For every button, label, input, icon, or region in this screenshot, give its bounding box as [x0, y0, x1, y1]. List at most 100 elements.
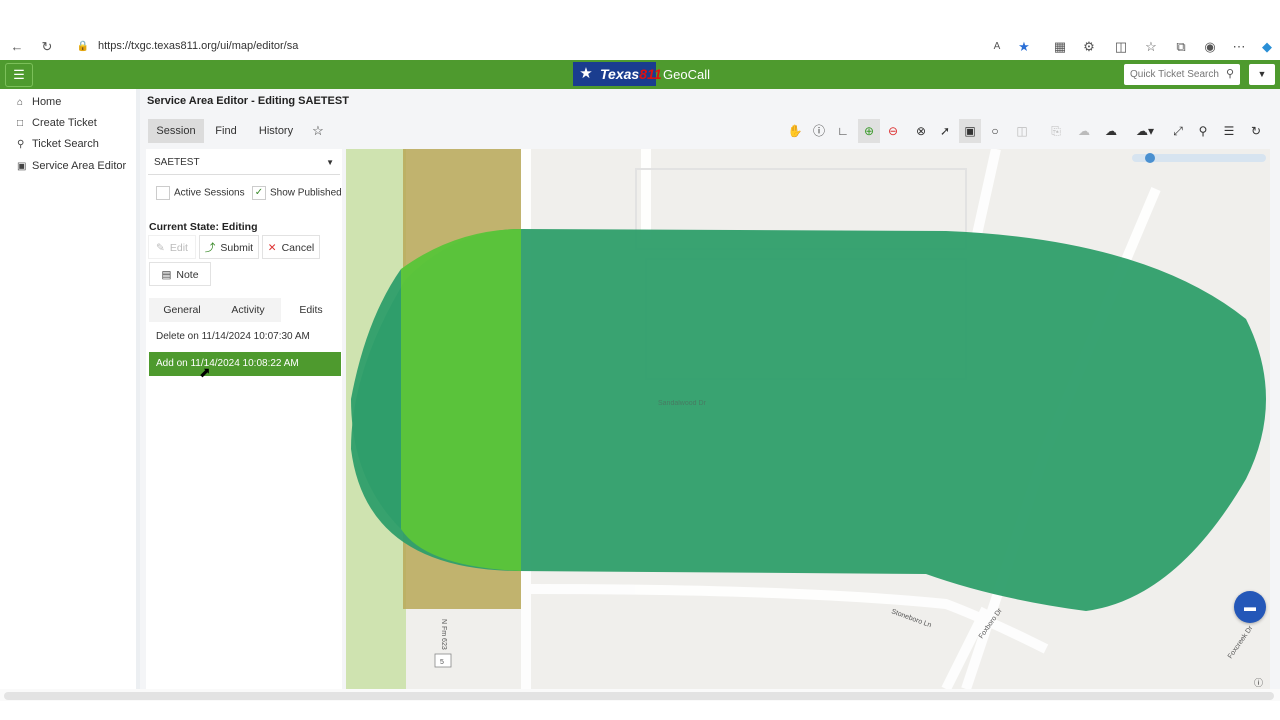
circle-icon[interactable]: ○	[984, 119, 1006, 143]
window-top-strip	[0, 0, 1280, 34]
attribution-info-icon[interactable]: ⓘ	[1254, 676, 1263, 689]
fullscreen-icon[interactable]: ⤢	[1167, 119, 1189, 143]
user-dropdown-button[interactable]: ▼	[1249, 64, 1275, 85]
sidebar-item-label: Home	[32, 96, 62, 108]
submit-button[interactable]: ⤴ Submit	[199, 235, 259, 259]
sidebar: ⌂ Home □ Create Ticket ⚲ Ticket Search ▣ Ser…	[0, 89, 137, 689]
clear-icon[interactable]: ⊗	[910, 119, 932, 143]
tab-find[interactable]: Find	[206, 119, 246, 143]
session-dropdown[interactable]: SAETEST ▼	[148, 152, 340, 175]
route-shield: 5	[440, 659, 444, 666]
lock-icon: 🔒	[76, 41, 90, 52]
edit-list-item[interactable]: Delete on 11/14/2024 10:07:30 AM	[149, 326, 341, 348]
measure-icon[interactable]: ∟	[832, 119, 854, 143]
pencil-icon: ✎	[156, 242, 165, 254]
back-icon[interactable]: ←	[8, 38, 26, 56]
active-sessions-checkbox[interactable]: Active Sessions	[156, 186, 245, 200]
map-editor-icon: ▣	[17, 161, 27, 172]
checkbox-label: Active Sessions	[174, 187, 245, 199]
sidebar-item-create-ticket[interactable]: □ Create Ticket	[17, 117, 97, 129]
split-screen-icon[interactable]: ◫	[1112, 38, 1130, 56]
button-label: Cancel	[281, 242, 315, 254]
sidebar-item-home[interactable]: ⌂ Home	[17, 96, 61, 108]
map-canvas[interactable]: Stoneboro Ln Foxboro Dr Foxcreek Dr Sand…	[346, 149, 1270, 689]
session-dropdown-value: SAETEST	[154, 157, 200, 168]
close-icon: ✕	[267, 242, 277, 254]
zoom-icon[interactable]: ⚲	[1192, 119, 1214, 143]
button-label: Note	[176, 269, 199, 281]
polygon-icon[interactable]: ▣	[959, 119, 981, 143]
app-title: GeoCall	[663, 67, 710, 82]
horizontal-scrollbar[interactable]	[4, 692, 1274, 700]
chevron-down-icon: ▼	[326, 158, 334, 167]
page-title: Service Area Editor - Editing SAETEST	[147, 95, 349, 107]
add-area-icon[interactable]: ⊕	[858, 119, 880, 143]
sidebar-item-label: Ticket Search	[32, 138, 99, 150]
refresh-icon[interactable]: ↻	[38, 38, 56, 56]
logo-number: 811	[639, 66, 662, 82]
checkmark-icon[interactable]: ✓	[252, 186, 266, 200]
button-label: Edit	[169, 242, 188, 254]
home-icon: ⌂	[17, 97, 24, 108]
cancel-button[interactable]: ✕ Cancel	[262, 235, 320, 259]
map-toolbar: ✋ ⓘ ∟ ⊕ ⊖ ⊗ ➚ ▣ ○ ◫ ⎘ ☁ ☁ ☁▾ ⤢ ⚲ ☰ ↻	[784, 119, 1270, 143]
mouse-cursor-icon: ⬈	[199, 364, 211, 380]
logo-word: Texas	[600, 66, 640, 82]
submit-icon: ⤴	[204, 242, 216, 254]
trash-icon[interactable]: ◫	[1011, 119, 1033, 143]
document-icon: □	[17, 118, 24, 129]
street-label: Sandalwood Dr	[658, 400, 707, 407]
polyline-icon[interactable]: ➚	[934, 119, 956, 143]
read-aloud-icon[interactable]: A	[988, 38, 1006, 56]
show-published-checkbox[interactable]: ✓ Show Published	[252, 186, 342, 200]
collections-icon[interactable]: ⧉	[1172, 38, 1190, 56]
quick-search-input[interactable]	[1128, 64, 1224, 85]
star-icon[interactable]: ★	[1015, 38, 1033, 56]
remove-area-icon[interactable]: ⊖	[882, 119, 904, 143]
info-icon[interactable]: ⓘ	[808, 119, 830, 143]
address-bar[interactable]: https://txgc.texas811.org/ui/map/editor/…	[98, 40, 298, 52]
layers-icon[interactable]: ☰	[1218, 119, 1240, 143]
tab-history[interactable]: History	[250, 119, 302, 143]
tab-session[interactable]: Session	[148, 119, 204, 143]
extension-icon[interactable]: ▦	[1051, 38, 1069, 56]
cloud-upload-icon[interactable]: ☁	[1100, 119, 1122, 143]
more-icon[interactable]: ⋯	[1230, 38, 1248, 56]
copy-icon[interactable]: ⎘	[1045, 119, 1067, 143]
checkbox-label: Show Published	[270, 187, 342, 199]
favorite-star-icon[interactable]: ☆	[306, 119, 330, 143]
quick-ticket-search[interactable]: ⚲	[1124, 64, 1240, 85]
edit-list-item-selected[interactable]: Add on 11/14/2024 10:08:22 AM	[149, 352, 341, 376]
favorites-icon[interactable]: ☆	[1142, 38, 1160, 56]
texas-star-icon: ★	[573, 62, 599, 86]
cloud-dropdown-icon[interactable]: ☁▾	[1130, 119, 1160, 143]
copilot-icon[interactable]: ◆	[1258, 38, 1276, 56]
cloud-icon[interactable]: ☁	[1073, 119, 1095, 143]
texas811-logo: Texas811	[598, 62, 662, 86]
sidebar-item-service-area-editor[interactable]: ▣ Service Area Editor	[17, 160, 126, 172]
search-icon[interactable]: ⚲	[1226, 67, 1234, 80]
shield-icon[interactable]: ◉	[1201, 38, 1219, 56]
search-icon: ⚲	[17, 139, 25, 150]
sidebar-item-label: Create Ticket	[32, 117, 97, 129]
edit-button[interactable]: ✎ Edit	[148, 235, 196, 259]
map-view[interactable]: Stoneboro Ln Foxboro Dr Foxcreek Dr Sand…	[346, 149, 1270, 689]
sidebar-item-ticket-search[interactable]: ⚲ Ticket Search	[17, 138, 99, 150]
street-label: N Fm 623	[440, 619, 447, 650]
hamburger-menu-icon[interactable]: ☰	[5, 63, 33, 87]
reload-icon[interactable]: ↻	[1245, 119, 1267, 143]
tab-edits[interactable]: Edits	[281, 298, 341, 322]
help-chat-button[interactable]: ▬	[1234, 591, 1266, 623]
checkbox-unchecked-icon[interactable]	[156, 186, 170, 200]
current-state-label: Current State: Editing	[149, 221, 258, 233]
tab-general[interactable]: General	[149, 298, 215, 322]
sidebar-item-label: Service Area Editor	[32, 160, 127, 172]
puzzle-icon[interactable]: ⚙	[1080, 38, 1098, 56]
zoom-slider-handle[interactable]	[1145, 153, 1155, 163]
pan-hand-icon[interactable]: ✋	[784, 119, 806, 143]
browser-toolbar: ← ↻ 🔒 https://txgc.texas811.org/ui/map/e…	[0, 34, 1280, 61]
tab-activity[interactable]: Activity	[215, 298, 281, 322]
button-label: Submit	[220, 242, 254, 254]
note-icon: ▤	[161, 269, 172, 281]
note-button[interactable]: ▤ Note	[149, 262, 211, 286]
